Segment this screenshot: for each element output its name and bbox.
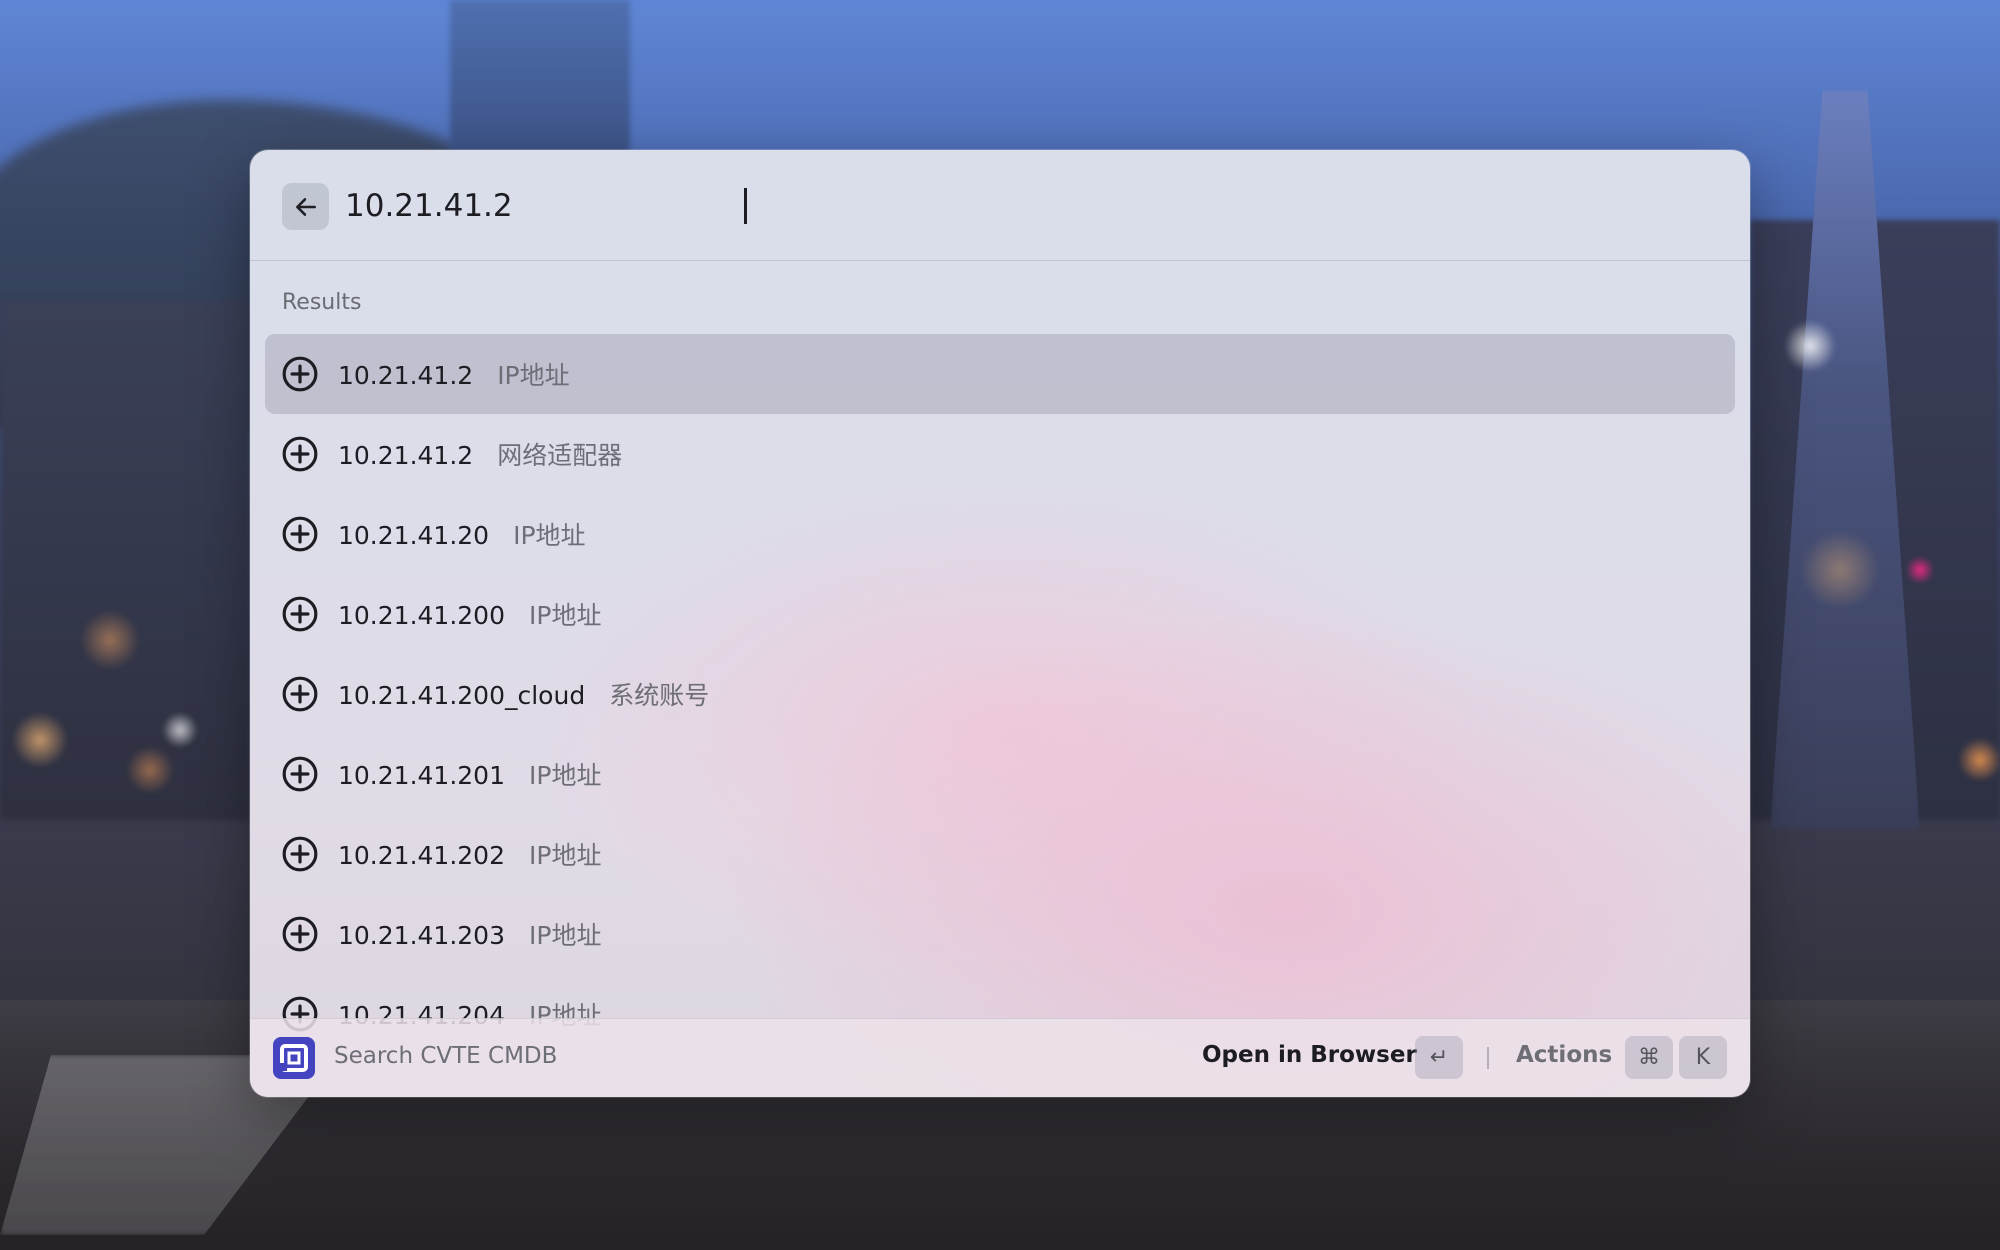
list-item[interactable]: 10.21.41.200_cloud 系统账号	[265, 654, 1735, 734]
list-item-subtitle: IP地址	[529, 921, 602, 950]
launcher-window: Results 10.21.41.2 IP地址 10.21.41.2 网络适配器 1…	[250, 150, 1750, 1097]
divider	[1487, 1047, 1489, 1069]
back-button[interactable]	[282, 183, 329, 230]
k-key-hint: K	[1679, 1036, 1727, 1079]
plus-circle-icon	[282, 836, 318, 872]
list-item-subtitle: IP地址	[513, 521, 586, 550]
list-item-subtitle: 网络适配器	[497, 441, 623, 470]
background-building	[450, 0, 630, 160]
search-bar	[250, 150, 1750, 261]
list-item[interactable]: 10.21.41.203 IP地址	[265, 894, 1735, 974]
plus-circle-icon	[282, 676, 318, 712]
search-input[interactable]	[345, 176, 1645, 236]
list-item[interactable]: 10.21.41.2 IP地址	[265, 334, 1735, 414]
plus-circle-icon	[282, 596, 318, 632]
list-item[interactable]: 10.21.41.20 IP地址	[265, 494, 1735, 574]
plus-circle-icon	[282, 756, 318, 792]
plus-circle-icon	[282, 436, 318, 472]
cmdb-logo-icon	[273, 1037, 315, 1079]
extension-title: Search CVTE CMDB	[334, 1043, 558, 1069]
text-caret	[744, 188, 747, 224]
list-item-subtitle: IP地址	[497, 361, 570, 390]
list-item-subtitle: IP地址	[529, 841, 602, 870]
list-item-subtitle: 系统账号	[609, 681, 710, 710]
enter-key-hint: ↵	[1415, 1036, 1463, 1079]
results-section-title: Results	[282, 290, 362, 315]
list-item-subtitle: IP地址	[529, 761, 602, 790]
results-list[interactable]: 10.21.41.2 IP地址 10.21.41.2 网络适配器 10.21.41.…	[265, 334, 1735, 1097]
list-item-title: 10.21.41.2	[338, 441, 474, 470]
list-item[interactable]: 10.21.41.201 IP地址	[265, 734, 1735, 814]
background-city-lights	[0, 600, 250, 800]
list-item[interactable]: 10.21.41.202 IP地址	[265, 814, 1735, 894]
plus-circle-icon	[282, 916, 318, 952]
plus-circle-icon	[282, 516, 318, 552]
open-in-browser-button[interactable]: Open in Browser	[1202, 1042, 1417, 1068]
arrow-left-icon	[295, 197, 316, 216]
background-city-lights	[1760, 320, 2000, 780]
list-item-subtitle: IP地址	[529, 601, 602, 630]
plus-circle-icon	[282, 356, 318, 392]
action-bar: Search CVTE CMDB Open in Browser ↵ Actio…	[250, 1018, 1750, 1097]
command-key-hint: ⌘	[1625, 1036, 1673, 1079]
list-item-title: 10.21.41.200_cloud	[338, 681, 586, 710]
list-item[interactable]: 10.21.41.200 IP地址	[265, 574, 1735, 654]
list-item-title: 10.21.41.203	[338, 921, 505, 950]
list-item-title: 10.21.41.200	[338, 601, 505, 630]
list-item[interactable]: 10.21.41.2 网络适配器	[265, 414, 1735, 494]
list-item-title: 10.21.41.202	[338, 841, 505, 870]
list-item-title: 10.21.41.20	[338, 521, 490, 550]
actions-button[interactable]: Actions	[1516, 1042, 1612, 1068]
list-item-title: 10.21.41.201	[338, 761, 505, 790]
list-item-title: 10.21.41.2	[338, 361, 474, 390]
